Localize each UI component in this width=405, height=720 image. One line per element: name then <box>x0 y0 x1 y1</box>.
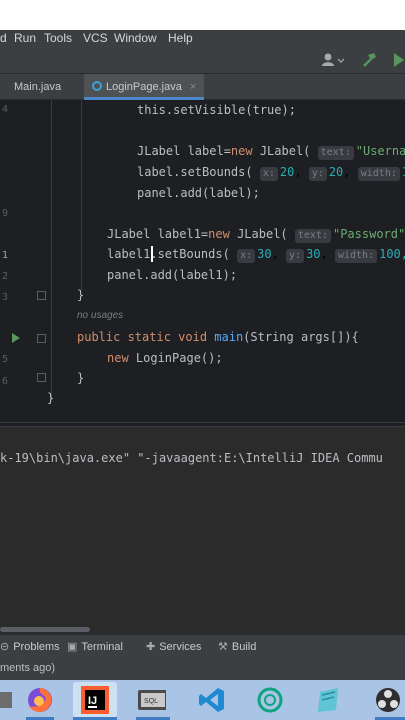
java-class-icon <box>92 81 102 91</box>
menu-item-vcs[interactable]: VCS <box>83 31 108 45</box>
problems-tab[interactable]: ⊝ Problems <box>0 640 60 653</box>
text-caret <box>151 246 153 262</box>
code-line: panel.add(label); <box>137 186 260 200</box>
line-number: 2 <box>1 271 8 282</box>
tab-label: Main.java <box>14 81 62 93</box>
parameter-hint: text: <box>317 146 354 160</box>
console-command-line: k-19\bin\java.exe" "-javaagent:E:\Intell… <box>0 451 383 465</box>
sql-developer-icon[interactable]: SQL <box>138 686 166 714</box>
code-line: new LoginPage(); <box>107 351 223 365</box>
code-line: this.setVisible(true); <box>137 103 296 117</box>
services-icon: ✚ <box>146 641 156 653</box>
code-line: JLabel label1=new JLabel( text: "Password… <box>107 227 405 243</box>
console-scrollbar[interactable] <box>0 627 90 632</box>
close-icon[interactable]: × <box>190 81 196 93</box>
usages-hint[interactable]: no usages <box>77 310 123 321</box>
menu-item-help[interactable]: Help <box>168 31 193 45</box>
fold-marker-icon[interactable] <box>37 373 46 382</box>
parameter-hint: text: <box>294 229 331 243</box>
indent-guide <box>51 100 52 400</box>
run-gutter-icon[interactable] <box>12 333 20 343</box>
os-taskbar: IJ SQL <box>0 680 405 720</box>
run-console[interactable]: k-19\bin\java.exe" "-javaagent:E:\Intell… <box>0 426 405 632</box>
user-icon[interactable] <box>320 52 344 68</box>
menu-item-window[interactable]: Window <box>114 31 157 45</box>
taskbar-partial-icon[interactable] <box>0 686 28 714</box>
toolbar <box>0 46 405 74</box>
menu-item-build[interactable]: d <box>0 31 7 45</box>
line-number: 3 <box>1 292 8 303</box>
tab-loginpage-java[interactable]: LoginPage.java × <box>84 74 204 100</box>
editor-gutter: 4 9 1 2 3 5 6 <box>0 100 40 422</box>
firefox-icon[interactable] <box>26 686 54 714</box>
menu-item-run[interactable]: Run <box>14 31 36 45</box>
line-number: 4 <box>1 104 8 115</box>
intellij-icon[interactable]: IJ <box>81 686 109 714</box>
code-editor[interactable]: 4 9 1 2 3 5 6 this.setVisible(true); JLa… <box>0 100 405 422</box>
fold-marker-icon[interactable] <box>37 334 46 343</box>
services-tab[interactable]: ✚ Services <box>146 640 201 653</box>
code-line: public static void main(String args[]){ <box>77 330 359 344</box>
vscode-icon[interactable] <box>198 686 226 714</box>
svg-text:IJ: IJ <box>88 695 97 707</box>
tab-label: LoginPage.java <box>106 81 182 93</box>
tab-main-java[interactable]: Main.java <box>0 74 78 100</box>
line-number: 6 <box>1 376 8 387</box>
status-message[interactable]: ments ago) <box>0 662 55 674</box>
build-hammer-icon: ⚒ <box>218 641 228 653</box>
indent-guide <box>81 100 82 290</box>
terminal-icon: ▣ <box>67 641 78 653</box>
status-bar: ments ago) <box>0 658 405 680</box>
editor-tab-bar: Main.java LoginPage.java × <box>0 74 405 100</box>
build-tab[interactable]: ⚒ Build <box>218 640 256 653</box>
notepad-icon[interactable] <box>314 686 342 714</box>
line-number: 1 <box>1 250 8 261</box>
line-number: 9 <box>1 208 8 219</box>
code-line: panel.add(label1); <box>107 268 238 282</box>
fold-marker-icon[interactable] <box>37 291 46 300</box>
code-line: } <box>77 371 85 385</box>
code-line: label.setBounds( x:20, y:20, width:100 <box>137 162 405 182</box>
problems-icon: ⊝ <box>0 641 10 653</box>
code-line: } <box>77 288 85 302</box>
run-icon[interactable] <box>392 51 405 69</box>
screen-top-strip <box>0 0 405 30</box>
line-number: 5 <box>1 354 8 365</box>
chatgpt-icon[interactable] <box>256 686 284 714</box>
obs-icon[interactable] <box>374 686 402 714</box>
terminal-tab[interactable]: ▣ Terminal <box>67 640 123 653</box>
menu-item-tools[interactable]: Tools <box>44 31 72 45</box>
code-line: } <box>47 391 55 405</box>
svg-text:SQL: SQL <box>144 698 158 705</box>
build-hammer-icon[interactable] <box>360 51 378 69</box>
menu-bar: d Run Tools VCS Window Help <box>0 30 405 46</box>
code-line: JLabel label=new JLabel( text:"Usernam <box>137 144 405 160</box>
tool-window-bar: ⊝ Problems ▣ Terminal ✚ Services ⚒ Build <box>0 634 405 658</box>
